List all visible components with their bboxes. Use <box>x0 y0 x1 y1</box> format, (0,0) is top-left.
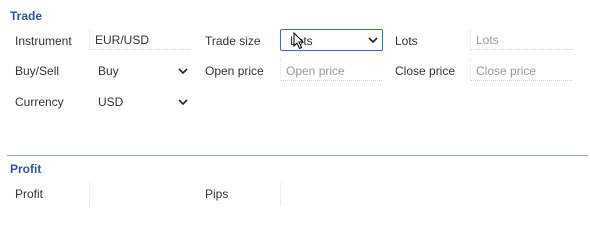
lots-label: Lots <box>395 34 418 48</box>
buy-sell-select[interactable]: Buy <box>98 60 190 80</box>
section-divider <box>7 155 588 156</box>
pips-value-field <box>280 183 282 205</box>
profit-label: Profit <box>15 187 44 201</box>
currency-label: Currency <box>15 95 64 109</box>
lots-input[interactable]: Lots <box>470 29 572 50</box>
trade-section-title: Trade <box>10 9 43 23</box>
trade-size-label: Trade size <box>205 34 261 48</box>
trade-size-select[interactable]: Lots <box>280 29 383 51</box>
open-price-input[interactable]: Open price <box>280 59 382 81</box>
instrument-label: Instrument <box>15 34 72 48</box>
mouse-cursor-icon <box>293 32 305 50</box>
instrument-field[interactable]: EUR/USD <box>89 29 190 50</box>
close-price-label: Close price <box>395 64 456 78</box>
currency-value: USD <box>98 95 124 109</box>
chevron-down-icon <box>178 99 188 106</box>
open-price-label: Open price <box>205 64 264 78</box>
close-price-input[interactable]: Close price <box>470 59 572 81</box>
buy-sell-value: Buy <box>98 64 119 78</box>
instrument-value: EUR/USD <box>95 33 150 47</box>
profit-value-field <box>89 183 91 205</box>
buy-sell-label: Buy/Sell <box>15 64 60 78</box>
currency-select[interactable]: USD <box>98 91 190 111</box>
lots-placeholder: Lots <box>476 33 499 47</box>
profit-section-title: Profit <box>10 162 42 176</box>
close-price-placeholder: Close price <box>476 64 537 78</box>
chevron-down-icon <box>368 37 378 44</box>
open-price-placeholder: Open price <box>286 64 345 78</box>
chevron-down-icon <box>178 68 188 75</box>
pips-label: Pips <box>205 187 229 201</box>
